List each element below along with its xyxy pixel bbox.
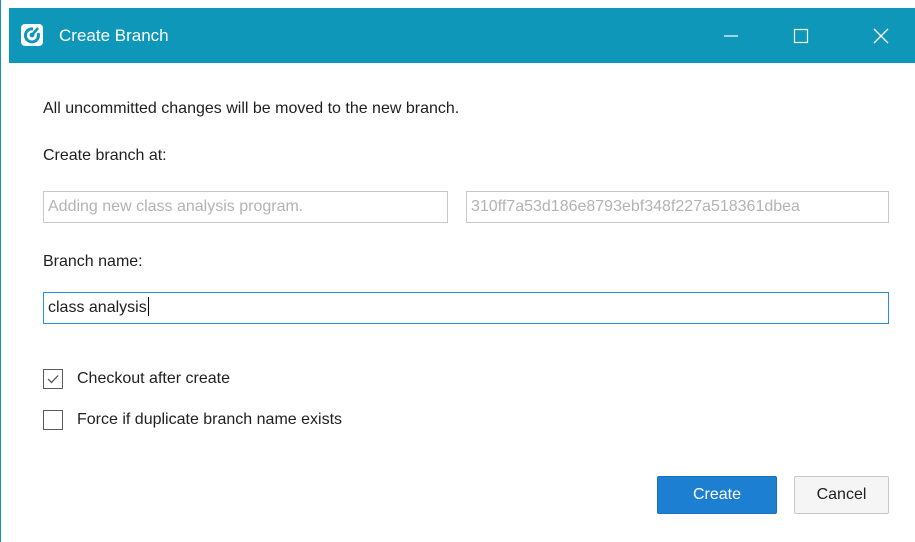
- checkout-after-create-label: Checkout after create: [77, 370, 230, 387]
- branch-name-label: Branch name:: [43, 253, 143, 270]
- close-icon: [873, 28, 889, 44]
- cancel-button[interactable]: Cancel: [794, 476, 889, 514]
- maximize-button[interactable]: [776, 8, 826, 63]
- minimize-button[interactable]: [706, 8, 756, 63]
- maximize-icon: [793, 28, 809, 44]
- info-text: All uncommitted changes will be moved to…: [43, 100, 460, 117]
- window-title: Create Branch: [59, 26, 169, 45]
- create-branch-dialog: Create Branch All uncommitted changes wi…: [0, 0, 915, 542]
- branch-name-value: class analysis: [48, 299, 147, 316]
- title-bar[interactable]: Create Branch: [9, 8, 915, 63]
- commit-message-field: Adding new class analysis program.: [43, 191, 448, 223]
- commit-hash-field: 310ff7a53d186e8793ebf348f227a518361dbea: [466, 191, 889, 223]
- checkout-after-create-checkbox[interactable]: [43, 369, 63, 389]
- minimize-icon: [724, 35, 738, 37]
- dialog-content: All uncommitted changes will be moved to…: [1, 63, 915, 542]
- force-duplicate-checkbox[interactable]: [43, 410, 63, 430]
- branch-name-input[interactable]: class analysis: [43, 292, 889, 324]
- close-button[interactable]: [856, 8, 906, 63]
- create-branch-at-label: Create branch at:: [43, 147, 167, 164]
- create-button[interactable]: Create: [657, 476, 777, 514]
- force-duplicate-label: Force if duplicate branch name exists: [77, 411, 343, 428]
- checkmark-icon: [47, 375, 59, 384]
- git-app-icon: [21, 24, 43, 46]
- text-caret: [147, 297, 149, 316]
